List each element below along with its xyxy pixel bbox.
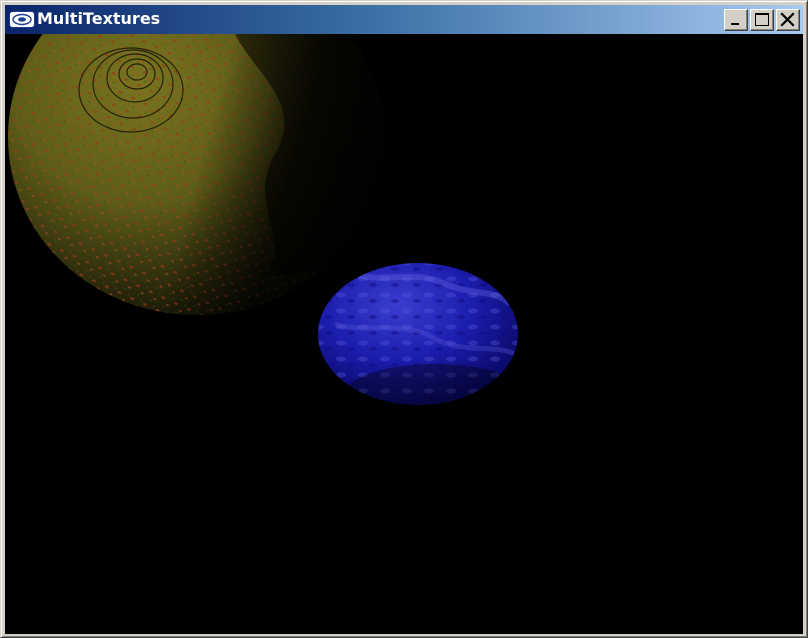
opengl-viewport[interactable] bbox=[5, 34, 803, 634]
render-canvas bbox=[8, 34, 518, 405]
textured-planet-sphere bbox=[8, 34, 384, 315]
close-button[interactable] bbox=[776, 9, 800, 31]
maximize-button[interactable] bbox=[750, 9, 774, 31]
minimize-icon bbox=[731, 23, 739, 25]
close-icon bbox=[780, 12, 795, 27]
title-bar[interactable]: MultiTextures bbox=[5, 5, 803, 34]
opengl-logo-icon[interactable] bbox=[9, 11, 35, 28]
maximize-icon bbox=[755, 13, 769, 26]
window-title: MultiTextures bbox=[37, 9, 161, 28]
blue-planet-sphere bbox=[318, 263, 518, 405]
application-window: MultiTextures bbox=[0, 0, 808, 638]
minimize-button[interactable] bbox=[724, 9, 748, 31]
